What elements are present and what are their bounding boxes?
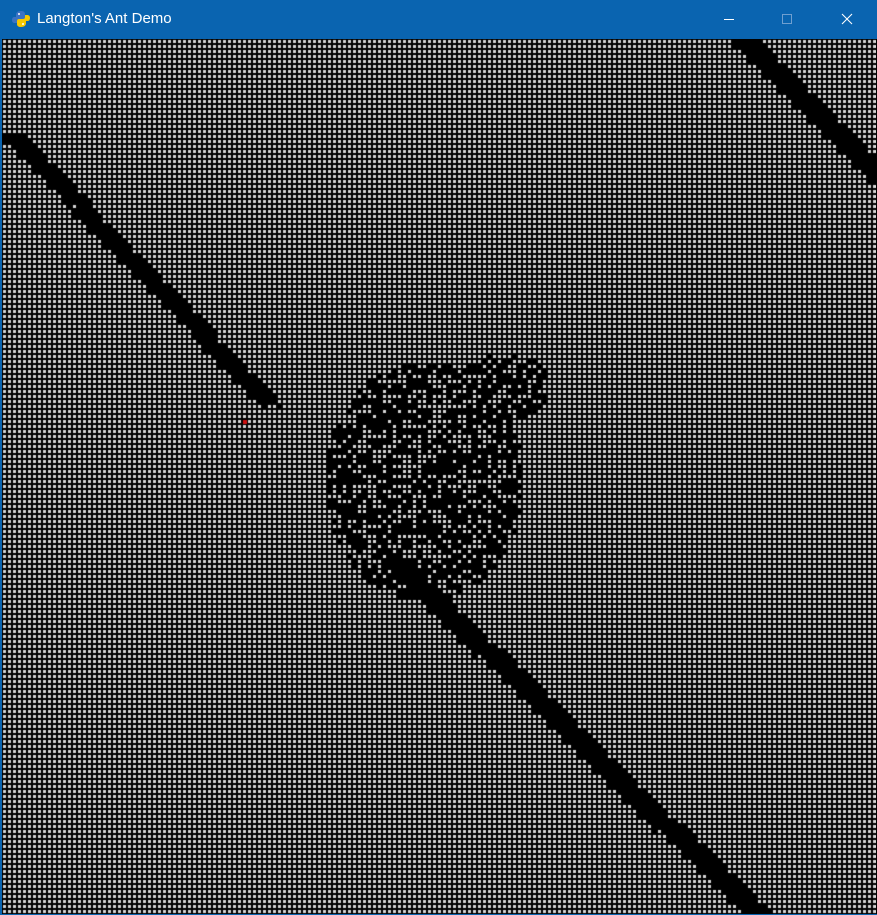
- simulation-area[interactable]: [1, 39, 877, 914]
- application-window: Langton's Ant Demo: [0, 0, 877, 915]
- close-button[interactable]: [816, 0, 877, 38]
- title-bar[interactable]: Langton's Ant Demo: [0, 0, 877, 38]
- window-title: Langton's Ant Demo: [37, 10, 172, 27]
- maximize-button[interactable]: [758, 0, 816, 38]
- close-icon: [841, 13, 853, 25]
- pygame-snake-icon: [11, 9, 31, 29]
- maximize-icon: [781, 13, 793, 25]
- minimize-icon: [723, 13, 735, 25]
- langtons-ant-grid[interactable]: [2, 39, 876, 914]
- minimize-button[interactable]: [700, 0, 758, 38]
